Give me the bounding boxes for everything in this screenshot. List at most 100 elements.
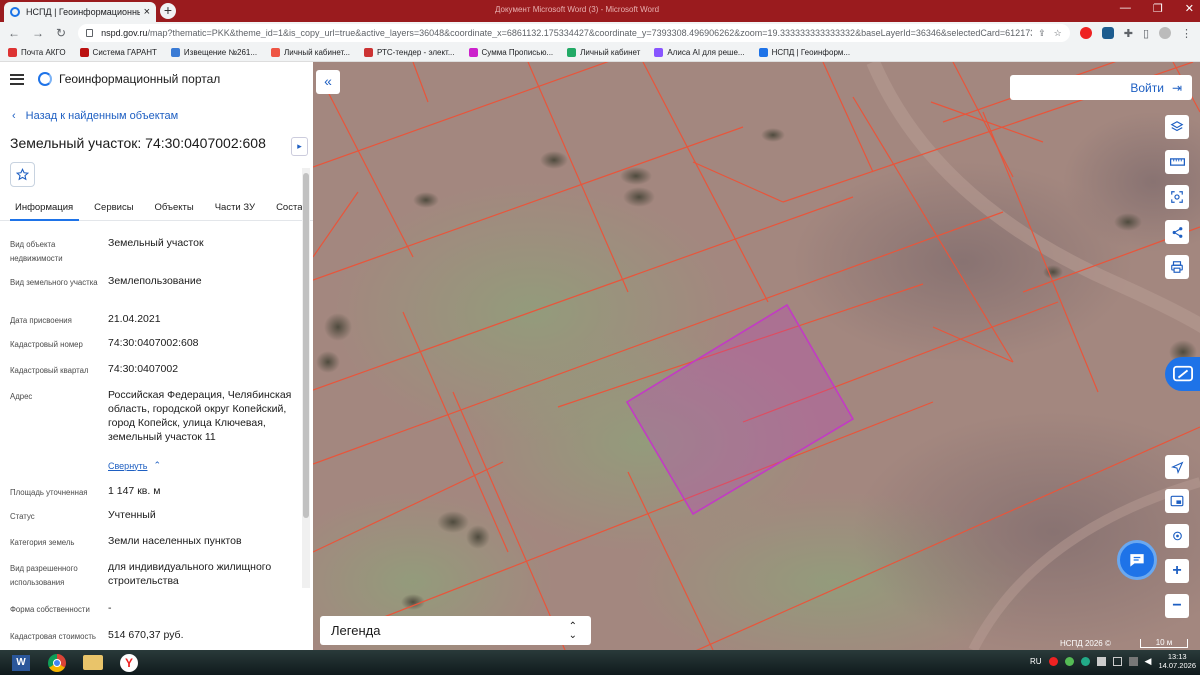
attribute-label: Площадь уточненная bbox=[10, 488, 88, 497]
navigation-arrow-icon bbox=[1170, 461, 1183, 474]
layers-icon bbox=[1170, 121, 1184, 132]
chat-button[interactable] bbox=[1117, 540, 1157, 580]
ruler-icon bbox=[1169, 158, 1185, 166]
yandex-extension-icon[interactable] bbox=[1079, 27, 1092, 39]
attribute-list: Вид объекта недвижимости Земельный участо… bbox=[0, 0, 300, 650]
attribute-label: Кадастровый номер bbox=[10, 340, 83, 349]
attribute-value: Земли населенных пунктов bbox=[108, 535, 242, 547]
share-icon[interactable]: ⇪ bbox=[1038, 28, 1046, 39]
collapse-address-link[interactable]: Свернуть ⌃ bbox=[108, 460, 161, 471]
attribute-label: Вид разрешенного использования bbox=[10, 564, 78, 587]
zoom-in-button[interactable]: + bbox=[1165, 559, 1189, 583]
chevron-up-icon: ⌃ bbox=[153, 460, 162, 470]
attribute-label: Кадастровая стоимость bbox=[10, 632, 96, 641]
extension-icon[interactable] bbox=[1101, 27, 1114, 39]
bookmark-favicon-icon bbox=[567, 48, 577, 57]
attribute-value: - bbox=[108, 602, 112, 614]
system-tray: RU ◀ 13:13 14.07.2026 bbox=[1030, 652, 1196, 670]
display-tray-icon[interactable] bbox=[1112, 656, 1122, 666]
bookmark-item[interactable]: Сумма Прописью... bbox=[468, 48, 554, 57]
bookmark-favicon-icon bbox=[364, 48, 374, 57]
profile-avatar[interactable] bbox=[1159, 27, 1171, 39]
layers-button[interactable] bbox=[1165, 115, 1189, 139]
map-copyright: НСПД 2026 © bbox=[1060, 639, 1111, 648]
window-title: Документ Microsoft Word (3) - Microsoft … bbox=[495, 5, 660, 14]
taskbar-app-word[interactable]: W bbox=[6, 652, 36, 673]
feedback-icon bbox=[1172, 365, 1193, 382]
attribute-label: Адрес bbox=[10, 392, 33, 401]
bookmark-star-icon[interactable]: ☆ bbox=[1054, 28, 1062, 39]
bookmark-item[interactable]: Личный кабинет bbox=[567, 48, 640, 57]
app-tray-icon[interactable] bbox=[1096, 656, 1106, 666]
select-area-button[interactable] bbox=[1165, 185, 1189, 209]
network-tray-icon[interactable] bbox=[1128, 656, 1138, 666]
attribute-value: для индивидуального жилищного строительс… bbox=[108, 561, 272, 587]
close-window-icon[interactable]: ✕ bbox=[1185, 2, 1194, 15]
collapse-panel-button[interactable]: « bbox=[316, 70, 340, 94]
clock-date: 14.07.2026 bbox=[1158, 661, 1196, 670]
measure-button[interactable] bbox=[1165, 150, 1189, 174]
taskbar-app-explorer[interactable] bbox=[78, 652, 108, 673]
basemap-icon bbox=[1170, 495, 1184, 507]
chrome-icon bbox=[48, 653, 66, 672]
collapse-label: Свернуть bbox=[108, 460, 148, 471]
legend-label: Легенда bbox=[331, 623, 381, 638]
attribute-value: Землепользование bbox=[108, 275, 202, 287]
folder-icon bbox=[83, 655, 103, 670]
system-clock[interactable]: 13:13 14.07.2026 bbox=[1158, 652, 1196, 670]
maximize-icon[interactable]: ❐ bbox=[1153, 2, 1163, 15]
bookmark-item[interactable]: Алиса AI для реше... bbox=[654, 48, 745, 57]
share-button[interactable] bbox=[1165, 220, 1189, 244]
app-tray-icon[interactable] bbox=[1064, 656, 1074, 666]
attribute-label: Дата присвоения bbox=[10, 316, 72, 325]
bookmark-item[interactable]: НСПД | Геоинформ... bbox=[758, 48, 851, 57]
extensions-bar: ✚ ▯ ⋮ bbox=[1079, 27, 1192, 40]
basemap-button[interactable] bbox=[1165, 489, 1189, 513]
clock-time: 13:13 bbox=[1167, 652, 1187, 661]
os-taskbar: W Y bbox=[0, 650, 1200, 675]
print-button[interactable] bbox=[1165, 255, 1189, 279]
taskbar-app-chrome[interactable] bbox=[42, 652, 72, 673]
login-button[interactable]: Войти ⇥ bbox=[1010, 75, 1192, 100]
bookmark-label: Личный кабинет bbox=[580, 48, 641, 57]
bookmark-favicon-icon bbox=[468, 48, 478, 57]
zoom-out-button[interactable]: − bbox=[1165, 594, 1189, 618]
taskbar-app-yandex[interactable]: Y bbox=[114, 652, 144, 673]
menu-kebab-icon[interactable]: ⋮ bbox=[1181, 27, 1192, 40]
bookmark-item[interactable]: РТС-тендер - элект... bbox=[364, 48, 455, 57]
chevron-updown-icon: ⌃ ⌄ bbox=[568, 620, 577, 641]
language-indicator[interactable]: RU bbox=[1030, 657, 1042, 666]
attribute-value: 74:30:0407002 bbox=[108, 363, 179, 375]
attribute-label: Форма собственности bbox=[10, 605, 90, 614]
feedback-tab-button[interactable] bbox=[1165, 357, 1200, 391]
chat-icon bbox=[1130, 554, 1144, 567]
attribute-label: Категория земель bbox=[10, 538, 75, 547]
map-scale-bar: 10 м bbox=[1140, 639, 1188, 648]
geolocation-button[interactable] bbox=[1165, 524, 1189, 548]
volume-icon[interactable]: ◀ bbox=[1145, 656, 1152, 667]
share-icon bbox=[1172, 226, 1182, 238]
legend-dropdown[interactable]: Легенда ⌃ ⌄ bbox=[320, 616, 591, 645]
attribute-value: 21.04.2021 bbox=[108, 313, 161, 325]
attribute-value: Российская Федерация, Челябинская област… bbox=[108, 389, 292, 443]
printer-icon bbox=[1171, 261, 1183, 273]
sidebar-icon[interactable]: ▯ bbox=[1143, 27, 1149, 40]
app-tray-icon[interactable] bbox=[1080, 656, 1090, 666]
map-canvas[interactable] bbox=[313, 62, 1200, 650]
bookmark-favicon-icon bbox=[654, 48, 664, 57]
minimize-icon[interactable]: — bbox=[1120, 2, 1131, 15]
window-controls: — ❐ ✕ bbox=[1120, 2, 1194, 15]
bookmark-label: Алиса AI для реше... bbox=[667, 48, 745, 57]
bookmark-label: Сумма Прописью... bbox=[481, 48, 554, 57]
bookmark-favicon-icon bbox=[758, 48, 768, 57]
attribute-label: Вид объекта недвижимости bbox=[10, 240, 63, 263]
panel-scrollbar-thumb[interactable] bbox=[303, 173, 309, 518]
location-pin-icon bbox=[1172, 531, 1182, 540]
yandex-tray-icon[interactable] bbox=[1048, 656, 1058, 666]
attribute-label: Вид земельного участка bbox=[10, 278, 98, 287]
locate-me-button[interactable] bbox=[1165, 455, 1189, 479]
bookmark-label: РТС-тендер - элект... bbox=[377, 48, 455, 57]
bookmark-label: НСПД | Геоинформ... bbox=[771, 48, 851, 57]
puzzle-icon[interactable]: ✚ bbox=[1124, 27, 1133, 40]
attribute-label: Кадастровый квартал bbox=[10, 366, 89, 375]
